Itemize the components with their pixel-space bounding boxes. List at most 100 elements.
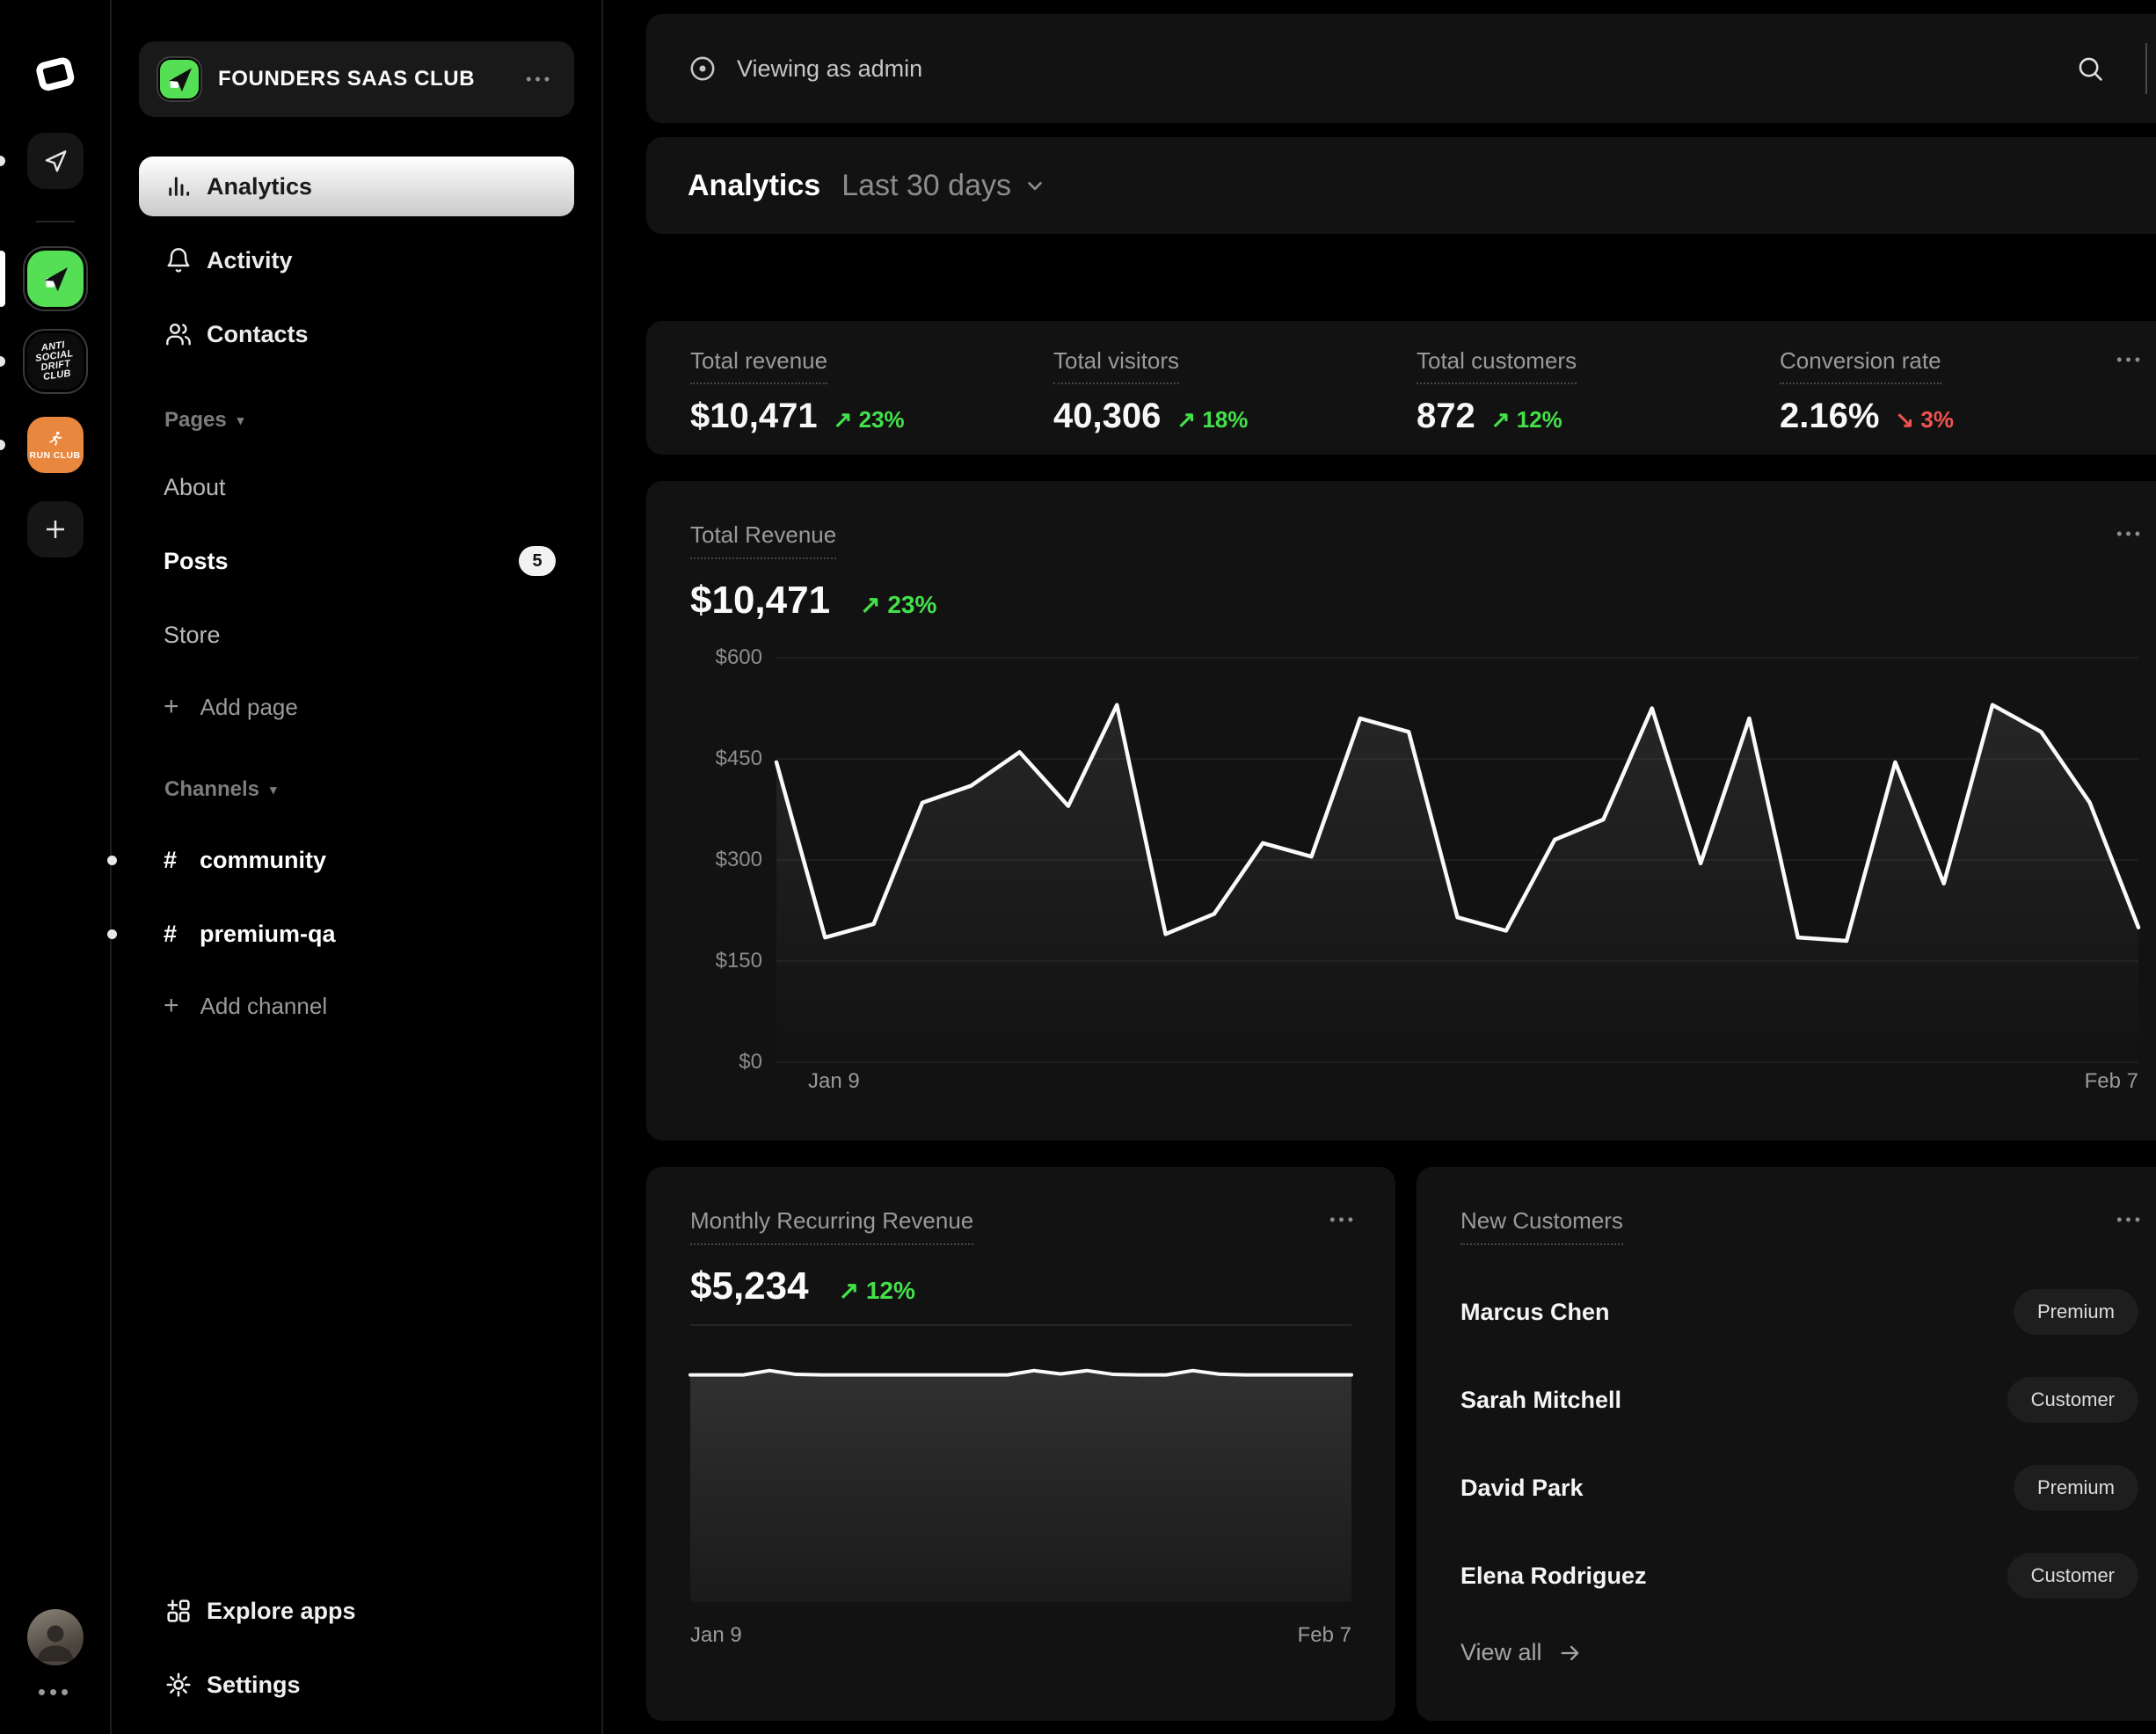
mrr-chart-xaxis: Jan 9 Feb 7 (690, 1623, 1351, 1648)
pages-section-label: Pages (164, 408, 227, 433)
add-community-button[interactable] (27, 501, 84, 557)
revenue-chart-plot[interactable] (776, 658, 2138, 1062)
pages-list: About Posts5 Store (139, 447, 574, 665)
rail-more-menu[interactable]: ••• (38, 1683, 72, 1701)
customer-row[interactable]: Elena RodriguezCustomer (1460, 1532, 2138, 1620)
plan-badge: Premium (2014, 1465, 2138, 1511)
sidebar-footer: Explore apps Settings (139, 1567, 574, 1734)
add-page-button[interactable]: + Add page (139, 677, 574, 737)
hash-icon: # (164, 847, 177, 874)
customers-card-title: New Customers (1460, 1207, 1623, 1245)
stat-delta: ↗ 23% (834, 406, 905, 434)
rail-community-send[interactable] (27, 133, 84, 189)
arrow-right-icon (1558, 1641, 1583, 1665)
stat-delta: ↗ 12% (1491, 406, 1562, 434)
unread-dot (0, 440, 5, 450)
y-axis-tick-label: $300 (716, 848, 762, 872)
stat-label: Conversion rate (1780, 347, 1941, 384)
x-axis-start-label: Jan 9 (690, 1623, 742, 1648)
channels-list: # community #premium-qa (139, 816, 574, 964)
sidebar-item-analytics[interactable]: Analytics (139, 157, 574, 216)
stat-total-visitors: Total visitors40,306↗ 18% (1053, 347, 1417, 455)
sidebar-item-activity[interactable]: Activity (139, 230, 574, 290)
customers-menu-ellipsis[interactable]: ••• (2116, 1211, 2144, 1229)
mrr-card: ••• Monthly Recurring Revenue $5,234 ↗ 1… (646, 1167, 1395, 1721)
view-all-label: View all (1460, 1639, 1542, 1666)
pages-section-header[interactable]: Pages ▾ (139, 394, 574, 447)
bar-chart-icon (164, 171, 194, 201)
unread-dot (107, 929, 117, 939)
stat-value: $10,471 (690, 397, 818, 436)
viewing-as-admin-label: Viewing as admin (737, 55, 922, 83)
customer-name: Sarah Mitchell (1460, 1387, 1621, 1414)
sidebar-item-label: Contacts (207, 321, 309, 348)
sidebar: FOUNDERS SAAS CLUB ••• Analytics Activity… (110, 0, 603, 1734)
workspace-logo-icon[interactable] (27, 48, 84, 101)
stat-label: Total customers (1417, 347, 1577, 384)
community-switcher[interactable]: FOUNDERS SAAS CLUB ••• (139, 41, 574, 117)
date-range-value: Last 30 days (841, 169, 1011, 203)
sidebar-page-about[interactable]: About (139, 457, 574, 517)
page-header: Analytics Last 30 days (646, 137, 2156, 234)
main-content: Viewing as admin Analytics Last 30 days … (604, 0, 2156, 1734)
sidebar-item-contacts[interactable]: Contacts (139, 304, 574, 364)
sidebar-item-settings[interactable]: Settings (139, 1655, 574, 1715)
avatar[interactable] (27, 1609, 84, 1665)
plan-badge: Customer (2007, 1377, 2138, 1423)
total-revenue-card: ••• Total Revenue $10,471 ↗ 23% $0$150$3… (646, 481, 2156, 1140)
community-name: FOUNDERS SAAS CLUB (218, 67, 475, 91)
stat-conversion-rate: Conversion rate2.16%↘ 3% (1780, 347, 2143, 455)
stat-total-customers: Total customers872↗ 12% (1417, 347, 1780, 455)
users-icon (164, 319, 194, 349)
mrr-menu-ellipsis[interactable]: ••• (1329, 1211, 1357, 1229)
sidebar-page-posts[interactable]: Posts5 (139, 531, 574, 591)
stats-menu-ellipsis[interactable]: ••• (2116, 351, 2144, 369)
sidebar-item-explore-apps[interactable]: Explore apps (139, 1581, 574, 1641)
eye-icon (688, 54, 717, 84)
rail-community-run-club[interactable]: RUN CLUB (27, 417, 84, 473)
customer-name: Elena Rodriguez (1460, 1563, 1647, 1590)
channels-section-header[interactable]: Channels ▾ (139, 763, 574, 816)
gear-icon (164, 1670, 194, 1700)
stat-label: Total visitors (1053, 347, 1179, 384)
sidebar-item-label: Activity (207, 247, 293, 274)
y-axis-tick-label: $150 (716, 949, 762, 973)
revenue-chart-yaxis: $0$150$300$450$600 (690, 658, 776, 1062)
rail-community-anti-social-drift-club[interactable]: ANTISOCIALDRIFTCLUB (27, 333, 84, 390)
sidebar-item-label: Analytics (207, 173, 312, 200)
sidebar-main-menu: Analytics Activity Contacts (139, 117, 574, 364)
search-icon[interactable] (2075, 54, 2105, 84)
anti-club-label: ANTISOCIALDRIFTCLUB (33, 339, 76, 383)
send-icon (42, 148, 69, 174)
stat-value: 40,306 (1053, 397, 1161, 436)
stats-summary-card: ••• Total revenue$10,471↗ 23%Total visit… (646, 321, 2156, 455)
add-channel-button[interactable]: + Add channel (139, 976, 574, 1036)
customer-row[interactable]: Marcus Chen Premium (1460, 1268, 2138, 1356)
x-axis-start-label: Jan 9 (776, 1069, 860, 1094)
y-axis-tick-label: $450 (716, 747, 762, 771)
channel-label: community (200, 847, 326, 874)
rail-divider (36, 221, 75, 222)
sidebar-page-store[interactable]: Store (139, 605, 574, 665)
rail-community-founders-saas-club[interactable] (27, 251, 84, 307)
plan-badge: Premium (2014, 1289, 2138, 1335)
add-page-label: Add page (200, 694, 298, 721)
view-all-link[interactable]: View all (1460, 1639, 2138, 1666)
customer-name: Marcus Chen (1460, 1299, 1610, 1326)
new-customers-card: ••• New Customers Marcus Chen Premium Sara… (1417, 1167, 2156, 1721)
grid-plus-icon (164, 1596, 194, 1626)
sidebar-channel-community[interactable]: # community (139, 830, 574, 890)
revenue-card-delta: ↗ 23% (860, 590, 936, 619)
chevron-down-icon (1023, 174, 1046, 197)
customer-row[interactable]: David Park Premium (1460, 1444, 2138, 1532)
stat-total-revenue: Total revenue$10,471↗ 23% (690, 347, 1053, 455)
customer-row[interactable]: Sarah Mitchell Customer (1460, 1356, 2138, 1444)
sidebar-channel-premium-qa[interactable]: #premium-qa (139, 904, 574, 964)
workspace-rail: ANTISOCIALDRIFTCLUB RUN CLUB ••• (0, 0, 110, 1734)
date-range-select[interactable]: Last 30 days (841, 169, 1046, 203)
customer-name: David Park (1460, 1475, 1584, 1502)
mrr-chart-plot[interactable] (690, 1363, 1351, 1602)
community-menu-ellipsis[interactable]: ••• (526, 70, 553, 89)
revenue-menu-ellipsis[interactable]: ••• (2116, 525, 2144, 543)
plus-icon (42, 516, 69, 543)
